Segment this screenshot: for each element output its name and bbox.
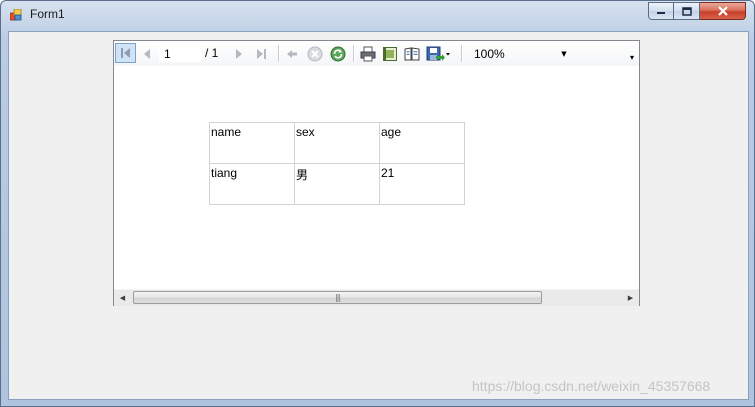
watermark-text: https://blog.csdn.net/weixin_45357668 xyxy=(472,378,711,394)
table-header-row: name sex age xyxy=(209,122,465,164)
next-page-button[interactable] xyxy=(231,44,247,63)
header-sex: sex xyxy=(294,122,380,164)
prev-page-icon xyxy=(144,48,150,59)
print-icon xyxy=(360,46,376,61)
last-page-button[interactable] xyxy=(253,44,269,63)
export-button[interactable] xyxy=(425,44,451,63)
refresh-icon xyxy=(330,46,346,61)
minimize-icon xyxy=(657,12,665,14)
toolbar-separator xyxy=(353,45,355,62)
stop-icon xyxy=(307,46,323,61)
back-button[interactable] xyxy=(284,44,300,63)
cell-age: 21 xyxy=(379,163,465,205)
print-layout-icon xyxy=(383,46,397,61)
table-row: tiang 男 21 xyxy=(209,163,465,205)
maximize-icon xyxy=(681,6,692,16)
stop-button[interactable] xyxy=(306,44,324,63)
page-total-label: / 1 xyxy=(205,46,219,60)
scrollbar-thumb[interactable]: ||| xyxy=(133,291,542,304)
header-name: name xyxy=(209,122,295,164)
report-viewer: / 1 100% ▼ xyxy=(113,40,640,306)
page-setup-icon xyxy=(404,46,420,60)
zoom-value: 100% xyxy=(474,46,505,61)
minimize-button[interactable] xyxy=(648,2,674,20)
page-setup-button[interactable] xyxy=(403,44,421,63)
toolbar-separator xyxy=(461,45,463,62)
zoom-dropdown-arrow[interactable]: ▼ xyxy=(558,50,570,58)
toolbar-overflow-icon[interactable]: ▾ xyxy=(627,53,637,63)
horizontal-scrollbar[interactable]: ◀ ||| ▶ xyxy=(114,289,639,306)
app-icon xyxy=(10,9,22,21)
last-page-icon xyxy=(257,48,266,59)
export-icon xyxy=(426,46,450,61)
page-number-input[interactable] xyxy=(159,45,201,62)
header-age: age xyxy=(379,122,465,164)
close-icon xyxy=(717,6,728,16)
report-table: name sex age tiang 男 21 xyxy=(209,122,465,205)
scroll-left-icon[interactable]: ◀ xyxy=(114,290,131,306)
report-toolbar: / 1 100% ▼ xyxy=(114,41,639,66)
maximize-button[interactable] xyxy=(674,2,700,20)
next-page-icon xyxy=(236,48,242,59)
back-icon xyxy=(287,49,297,58)
close-button[interactable] xyxy=(700,2,746,20)
first-page-icon xyxy=(120,48,130,58)
scrollbar-grip-icon: ||| xyxy=(334,293,341,302)
previous-page-button[interactable] xyxy=(139,44,155,63)
cell-name: tiang xyxy=(209,163,295,205)
title-bar[interactable]: Form1 xyxy=(1,1,754,29)
cell-sex: 男 xyxy=(294,163,380,205)
refresh-button[interactable] xyxy=(329,44,347,63)
zoom-select[interactable]: 100% ▼ xyxy=(470,44,570,63)
caption-buttons xyxy=(648,2,746,20)
toolbar-separator xyxy=(278,45,280,62)
print-layout-button[interactable] xyxy=(381,44,399,63)
print-button[interactable] xyxy=(359,44,377,63)
first-page-button[interactable] xyxy=(115,43,136,63)
window-title: Form1 xyxy=(30,7,65,21)
scroll-right-icon[interactable]: ▶ xyxy=(622,290,639,306)
